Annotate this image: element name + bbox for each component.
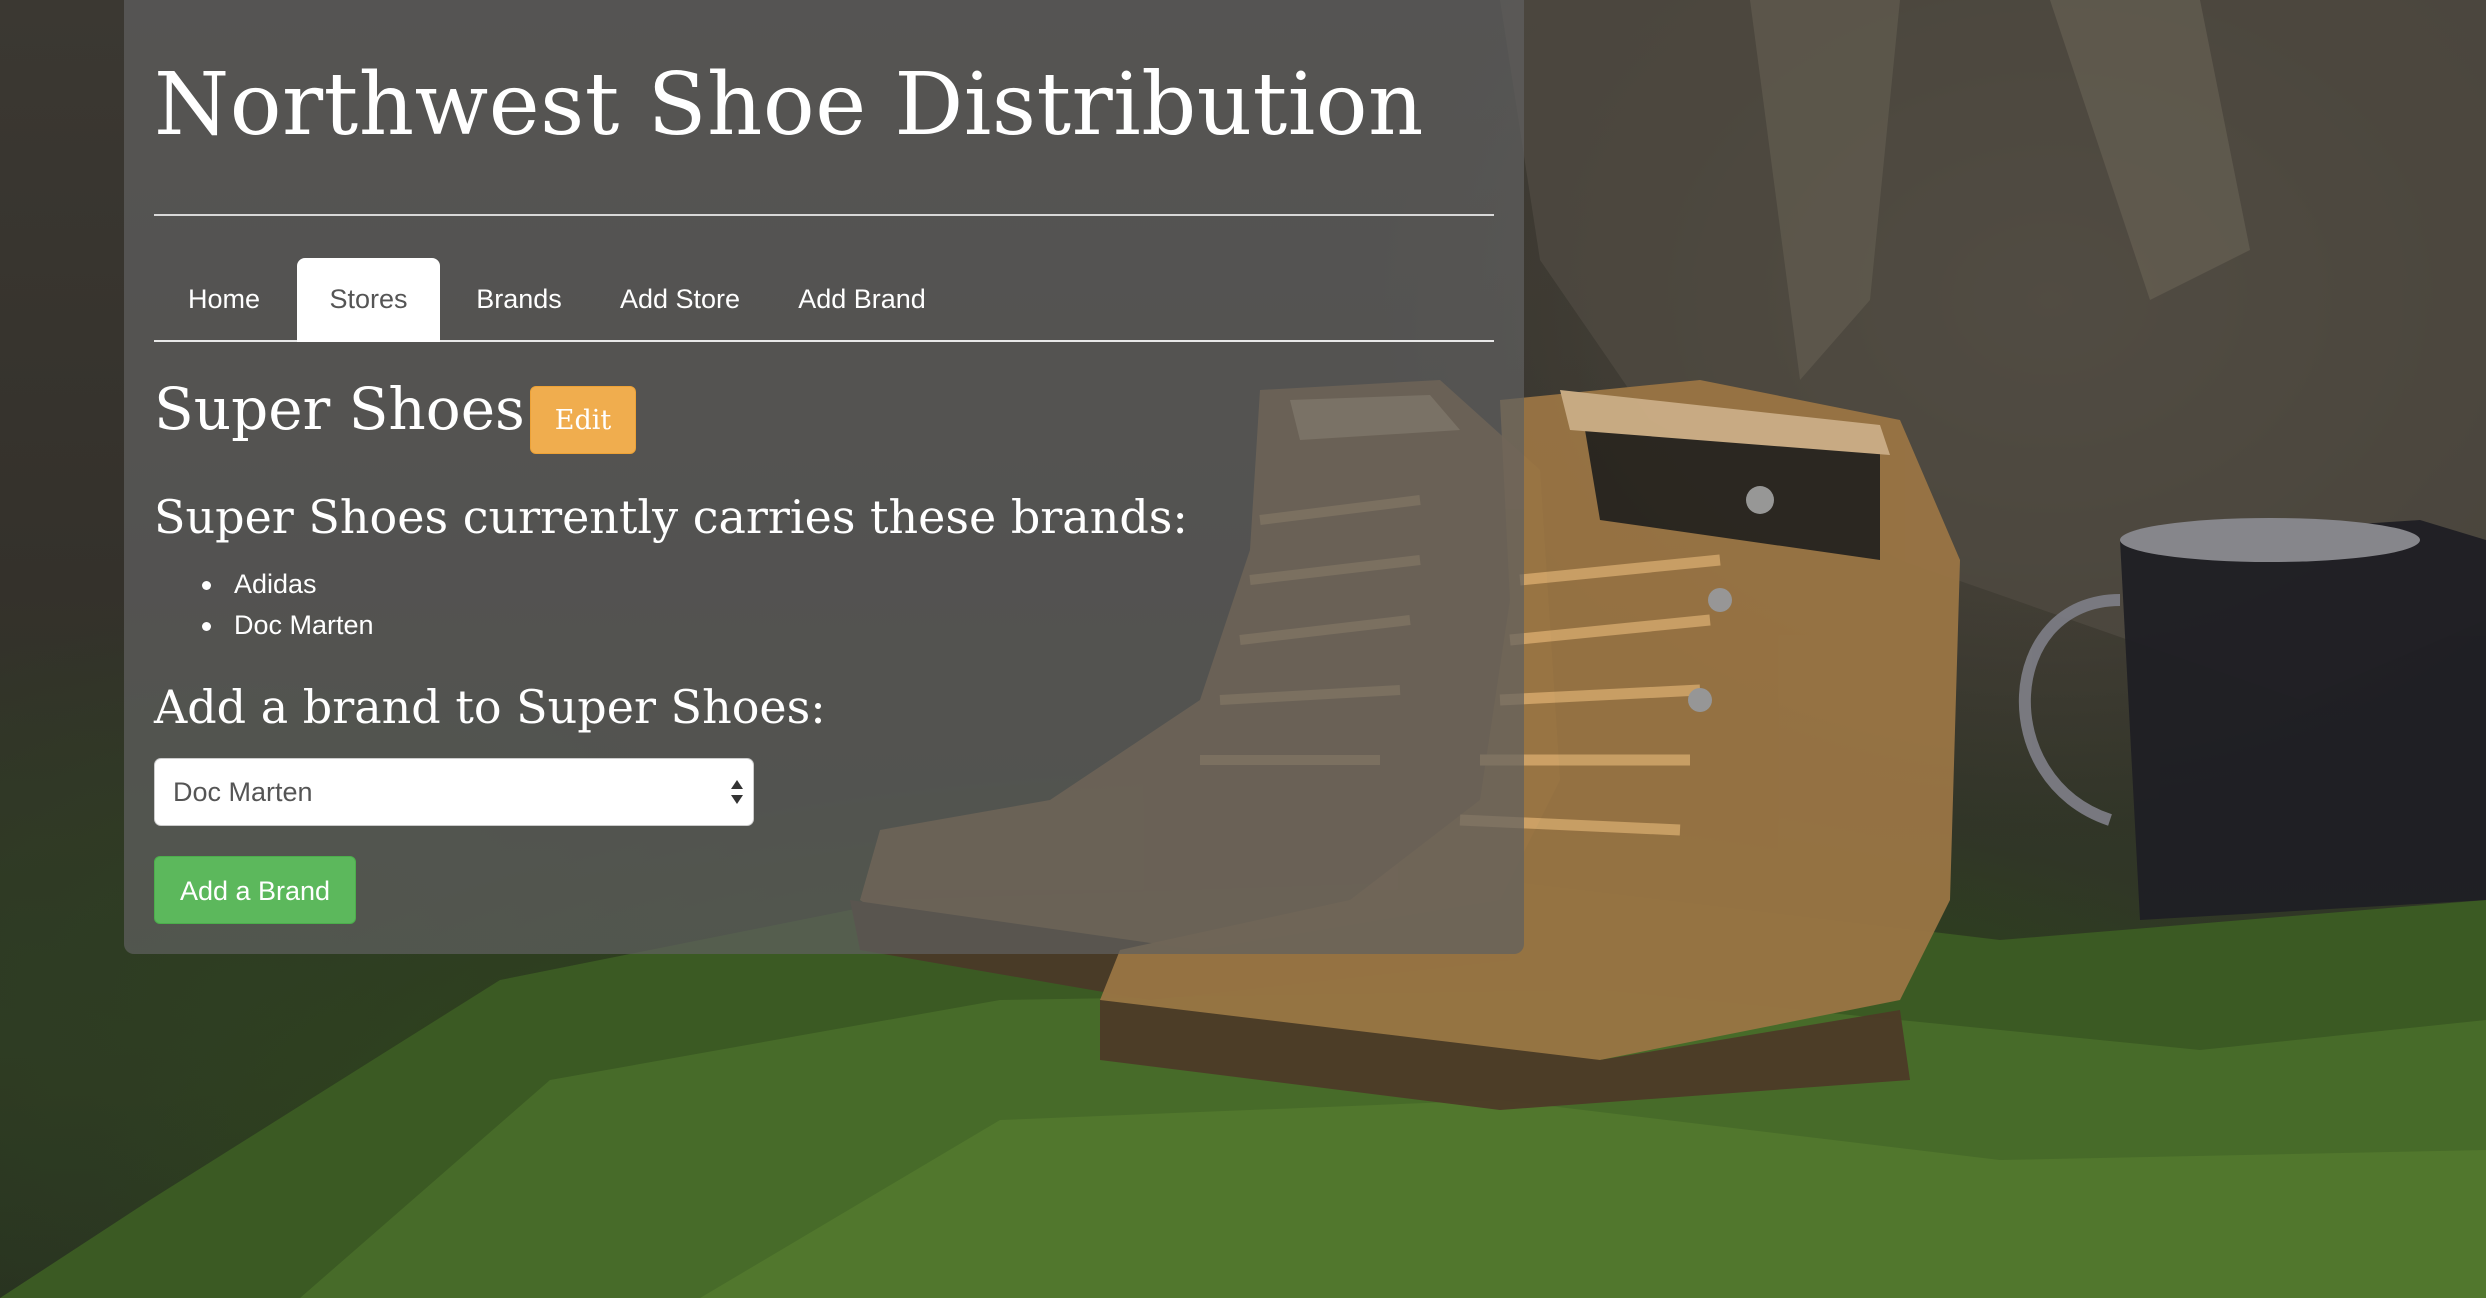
add-brand-button[interactable]: Add a Brand [154, 856, 356, 924]
store-name-heading: Super Shoes [154, 375, 525, 443]
tab-add-store[interactable]: Add Store [595, 258, 765, 340]
add-brand-heading: Add a brand to Super Shoes: [154, 680, 826, 734]
tab-brands[interactable]: Brands [444, 258, 594, 340]
tab-stores[interactable]: Stores [297, 258, 440, 342]
list-item: Adidas [154, 564, 374, 605]
tab-add-brand[interactable]: Add Brand [772, 258, 952, 340]
tab-home[interactable]: Home [154, 258, 294, 340]
nav-tabs: Home Stores Brands Add Store Add Brand [154, 258, 1494, 342]
title-divider [154, 214, 1494, 216]
site-title: Northwest Shoe Distribution [154, 55, 1424, 155]
select-arrows-icon [731, 780, 743, 804]
brand-list: Adidas Doc Marten [154, 564, 374, 646]
carried-brands-heading: Super Shoes currently carries these bran… [154, 490, 1188, 544]
edit-button[interactable]: Edit [530, 386, 636, 454]
brand-select-value: Doc Marten [173, 777, 313, 807]
list-item: Doc Marten [154, 605, 374, 646]
content-panel: Northwest Shoe Distribution Home Stores … [124, 0, 1524, 954]
brand-select[interactable]: Doc Marten [154, 758, 754, 826]
